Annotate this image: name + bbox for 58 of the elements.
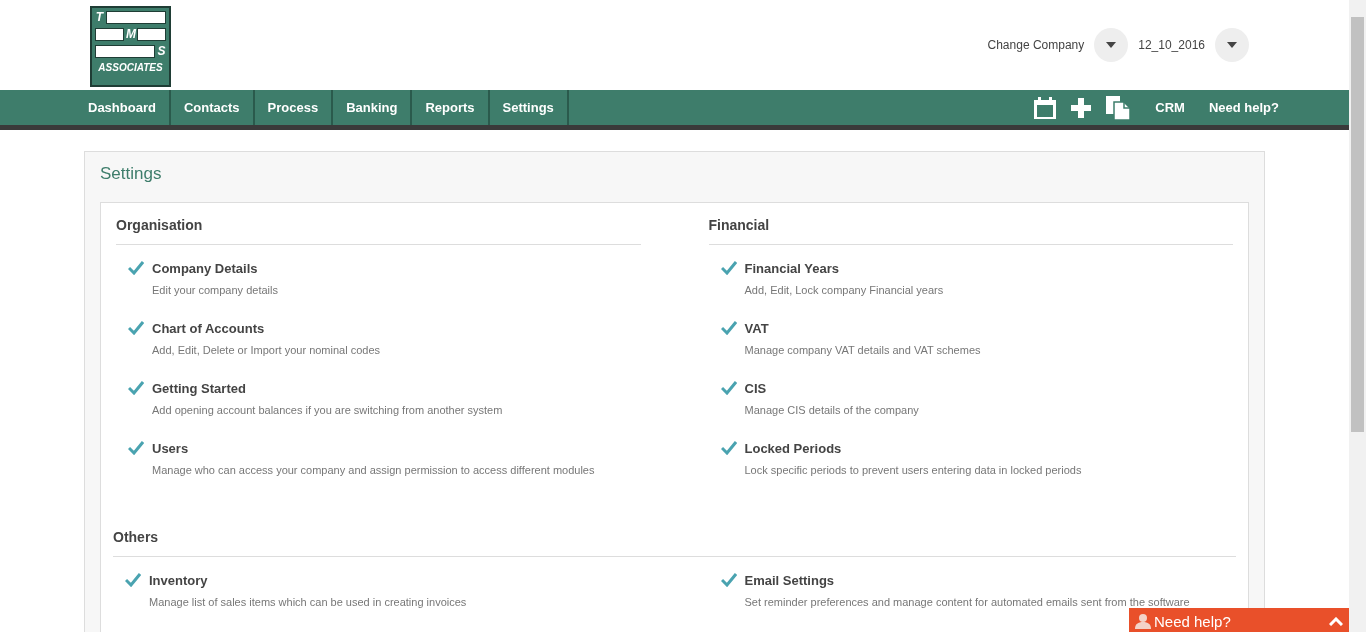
setting-description: Manage CIS details of the company [744, 404, 919, 416]
logo-block [95, 27, 124, 41]
setting-description: Manage list of sales items which can be used in creating invoices [149, 596, 467, 608]
help-link[interactable]: Need help? [1208, 100, 1279, 115]
caret-icon [1106, 42, 1117, 48]
logo-letter: M [126, 27, 135, 41]
panel-title: Settings [100, 164, 163, 184]
setting-link[interactable]: Inventory [149, 573, 208, 588]
crm-link[interactable]: CRM [1155, 100, 1185, 115]
setting-description: Set reminder preferences and manage content for automated emails sent from the software [744, 596, 1190, 608]
calendar-icon[interactable] [1033, 95, 1058, 120]
company-dropdown-button[interactable] [1094, 28, 1129, 62]
chevron-up-icon [1329, 616, 1343, 626]
setting-link[interactable]: CIS [744, 381, 767, 396]
setting-link[interactable]: Email Settings [744, 573, 835, 588]
check-icon [720, 321, 737, 335]
setting-description: Add, Edit, Delete or Import your nominal codes [152, 344, 381, 356]
setting-description: Manage company VAT details and VAT schemes [744, 344, 981, 356]
logo-block [95, 44, 155, 58]
setting-description: Add, Edit, Lock company Financial years [744, 284, 944, 296]
period-dropdown-button[interactable] [1215, 28, 1249, 62]
check-icon [128, 441, 144, 455]
check-icon [720, 381, 737, 395]
setting-link[interactable]: Financial Years [744, 261, 839, 276]
section-heading: Others [113, 529, 1236, 557]
plus-icon[interactable] [1071, 97, 1092, 118]
setting-link[interactable]: Chart of Accounts [152, 321, 265, 336]
logo-letter: S [157, 44, 166, 58]
check-icon [125, 573, 141, 587]
check-icon [128, 261, 144, 275]
check-icon [128, 321, 144, 335]
scrollbar[interactable] [1349, 0, 1366, 632]
logo-caption: ASSOCIATES [97, 60, 164, 74]
check-icon [720, 573, 737, 587]
setting-description: Edit your company details [152, 284, 278, 296]
check-icon [720, 261, 737, 275]
company-logo[interactable]: T M S ASSOCIATES [90, 5, 171, 87]
person-icon [1135, 613, 1151, 629]
period-label: 12_10_2016 [1138, 38, 1205, 52]
setting-link[interactable]: Company Details [152, 261, 258, 276]
setting-link[interactable]: Users [152, 441, 189, 456]
documents-icon[interactable] [1105, 94, 1132, 121]
setting-description: Manage who can access your company and assign permission to access different modules [152, 464, 595, 476]
section-heading: Financial [708, 217, 1233, 245]
logo-block [106, 10, 166, 24]
company-label: Change Company [987, 38, 1085, 52]
logo-block [137, 27, 166, 41]
section-heading: Organisation [116, 217, 641, 245]
setting-description: Lock specific periods to prevent users entering data in locked periods [744, 464, 1082, 476]
setting-description: Add opening account balances if you are switching from another system [152, 404, 503, 416]
logo-letter: T [95, 10, 104, 24]
help-chat-button[interactable]: Need help? [1129, 608, 1349, 632]
check-icon [128, 381, 144, 395]
caret-icon [1227, 42, 1237, 48]
setting-link[interactable]: VAT [744, 321, 769, 336]
setting-link[interactable]: Locked Periods [744, 441, 842, 456]
setting-link[interactable]: Getting Started [152, 381, 246, 396]
check-icon [720, 441, 737, 455]
